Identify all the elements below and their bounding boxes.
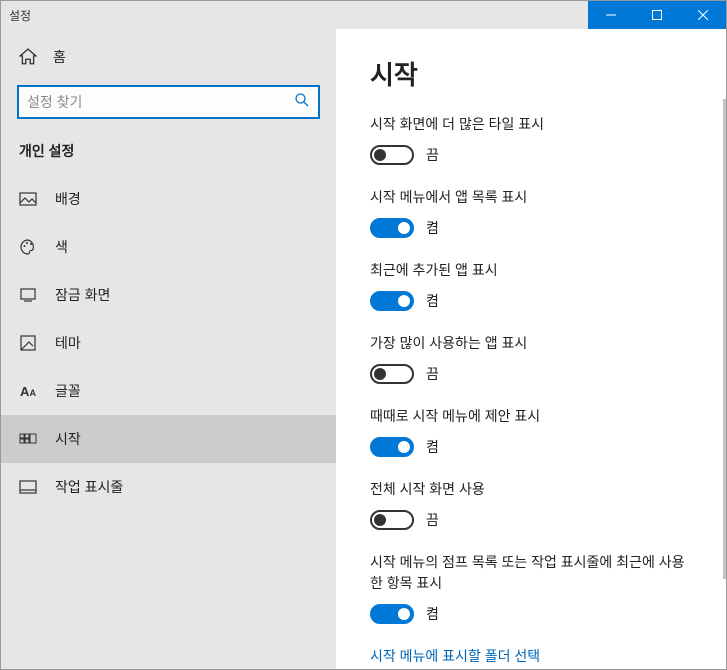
titlebar: 설정 — [1, 1, 726, 29]
toggle-switch[interactable] — [370, 437, 414, 457]
setting-label: 가장 많이 사용하는 앱 표시 — [370, 333, 692, 354]
window-title: 설정 — [1, 1, 588, 30]
taskbar-icon — [19, 478, 37, 496]
nav-fonts[interactable]: AA 글꼴 — [1, 367, 336, 415]
toggle-switch[interactable] — [370, 145, 414, 165]
setting-label: 시작 메뉴에서 앱 목록 표시 — [370, 187, 692, 208]
font-icon: AA — [19, 382, 37, 400]
setting-label: 시작 화면에 더 많은 타일 표시 — [370, 114, 692, 135]
nav-themes[interactable]: 테마 — [1, 319, 336, 367]
nav-label: 배경 — [55, 189, 81, 209]
nav-background[interactable]: 배경 — [1, 175, 336, 223]
nav-lockscreen[interactable]: 잠금 화면 — [1, 271, 336, 319]
nav-label: 잠금 화면 — [55, 285, 110, 305]
nav-label: 작업 표시줄 — [55, 477, 123, 497]
lock-screen-icon — [19, 286, 37, 304]
toggle-state-label: 끔 — [426, 145, 439, 165]
window-controls — [588, 1, 726, 29]
search-box[interactable] — [17, 85, 320, 119]
nav-label: 시작 — [55, 429, 81, 449]
palette-icon — [19, 238, 37, 256]
close-button[interactable] — [680, 1, 726, 29]
setting-item: 시작 화면에 더 많은 타일 표시끔 — [370, 114, 692, 165]
setting-item: 가장 많이 사용하는 앱 표시끔 — [370, 333, 692, 384]
search-icon — [294, 92, 310, 113]
setting-label: 시작 메뉴의 점프 목록 또는 작업 표시줄에 최근에 사용한 항목 표시 — [370, 552, 692, 594]
setting-label: 최근에 추가된 앱 표시 — [370, 260, 692, 281]
toggle-switch[interactable] — [370, 604, 414, 624]
section-header: 개인 설정 — [1, 133, 336, 175]
picture-icon — [19, 190, 37, 208]
nav-label: 테마 — [55, 333, 81, 353]
toggle-state-label: 켬 — [426, 291, 439, 311]
page-title: 시작 — [370, 55, 692, 92]
scrollbar[interactable] — [723, 99, 726, 579]
toggle-state-label: 켬 — [426, 218, 439, 238]
nav-taskbar[interactable]: 작업 표시줄 — [1, 463, 336, 511]
toggle-state-label: 끔 — [426, 364, 439, 384]
setting-item: 시작 메뉴에서 앱 목록 표시켬 — [370, 187, 692, 238]
setting-item: 최근에 추가된 앱 표시켬 — [370, 260, 692, 311]
toggle-switch[interactable] — [370, 291, 414, 311]
sidebar: 홈 개인 설정 배경 색 잠금 화면 — [1, 29, 336, 669]
theme-icon — [19, 334, 37, 352]
nav-colors[interactable]: 색 — [1, 223, 336, 271]
toggle-state-label: 끔 — [426, 510, 439, 530]
choose-folders-link[interactable]: 시작 메뉴에 표시할 폴더 선택 — [370, 646, 692, 666]
toggle-state-label: 켬 — [426, 437, 439, 457]
start-icon — [19, 430, 37, 448]
setting-label: 전체 시작 화면 사용 — [370, 479, 692, 500]
setting-label: 때때로 시작 메뉴에 제안 표시 — [370, 406, 692, 427]
setting-item: 전체 시작 화면 사용끔 — [370, 479, 692, 530]
search-input[interactable] — [27, 94, 294, 110]
toggle-switch[interactable] — [370, 364, 414, 384]
nav-label: 글꼴 — [55, 381, 81, 401]
nav-label: 색 — [55, 237, 68, 257]
setting-item: 때때로 시작 메뉴에 제안 표시켬 — [370, 406, 692, 457]
nav-home-label: 홈 — [53, 47, 66, 67]
content-area: 시작 시작 화면에 더 많은 타일 표시끔시작 메뉴에서 앱 목록 표시켬최근에… — [336, 29, 726, 669]
setting-item: 시작 메뉴의 점프 목록 또는 작업 표시줄에 최근에 사용한 항목 표시켬 — [370, 552, 692, 624]
home-icon — [19, 48, 37, 66]
minimize-button[interactable] — [588, 1, 634, 29]
nav-start[interactable]: 시작 — [1, 415, 336, 463]
toggle-switch[interactable] — [370, 510, 414, 530]
nav-home[interactable]: 홈 — [1, 35, 336, 79]
toggle-state-label: 켬 — [426, 604, 439, 624]
maximize-button[interactable] — [634, 1, 680, 29]
toggle-switch[interactable] — [370, 218, 414, 238]
